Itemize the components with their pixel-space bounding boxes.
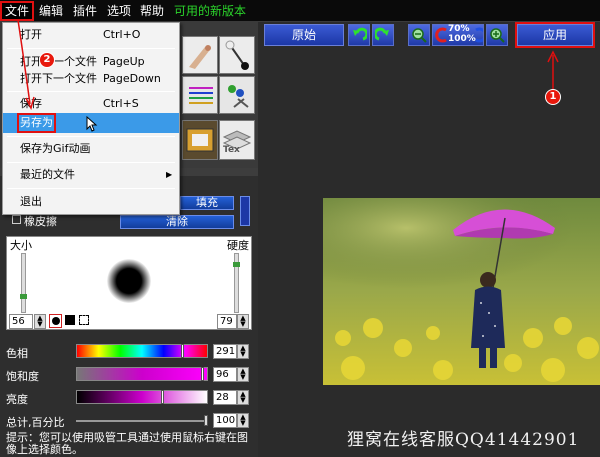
hardness-slider[interactable] xyxy=(233,253,240,313)
undo-icon[interactable] xyxy=(348,24,370,46)
opacity-slider[interactable] xyxy=(76,415,208,426)
menu-item-open[interactable]: 打开 Ctrl+O xyxy=(3,25,179,45)
zoom-reset-icon[interactable]: 70% 100% xyxy=(432,24,484,46)
menu-item-recent-files[interactable]: 最近的文件 ▶ xyxy=(3,165,179,185)
saturation-value[interactable]: 96 xyxy=(213,367,237,382)
menu-item-save[interactable]: 保存 Ctrl+S xyxy=(3,94,179,114)
file-menu: 打开 Ctrl+O 打开上一个文件 PageUp 打开下一个文件 PageDow… xyxy=(2,22,180,215)
zoom-out-icon[interactable] xyxy=(408,24,430,46)
hue-value[interactable]: 291 xyxy=(213,344,237,359)
color-lines-tile[interactable] xyxy=(182,76,218,114)
menu-item-save-as[interactable]: 另存为 xyxy=(3,113,179,133)
clone-tool-tile[interactable] xyxy=(219,76,255,114)
brightness-spinner[interactable]: ▲ ▼ xyxy=(237,390,249,405)
pin-tool-tile[interactable] xyxy=(219,36,255,74)
size-spinner[interactable]: ▲ ▼ xyxy=(34,314,46,329)
menu-item-label: 保存为Gif动画 xyxy=(20,142,91,155)
round-brush-icon[interactable] xyxy=(49,314,62,328)
annotation-badge-1: 1 xyxy=(545,89,561,105)
menu-item-label: 退出 xyxy=(20,195,42,208)
apply-button[interactable]: 应用 xyxy=(515,22,595,48)
menu-item-label: 另存为 xyxy=(17,113,56,133)
hint-text: 提示：您可以使用吸管工具通过使用鼠标右键在图像上选择颜色。 xyxy=(6,431,248,456)
menu-file[interactable]: 文件 xyxy=(0,1,35,21)
opacity-label: 总计,百分比 xyxy=(6,416,65,429)
menu-item-save-gif[interactable]: 保存为Gif动画 xyxy=(3,139,179,159)
tex-icon: Tex xyxy=(223,145,240,155)
eraser-checkbox[interactable] xyxy=(12,215,21,224)
menu-new-version[interactable]: 可用的新版本 xyxy=(171,3,249,19)
hue-slider-thumb[interactable] xyxy=(181,344,184,358)
zoom-in-icon[interactable] xyxy=(486,24,508,46)
opacity-value[interactable]: 100 xyxy=(213,413,237,428)
original-button[interactable]: 原始 xyxy=(264,24,344,46)
menu-separator xyxy=(7,162,175,163)
menu-plugins[interactable]: 插件 xyxy=(70,3,100,19)
menu-help[interactable]: 帮助 xyxy=(137,3,167,19)
annotation-badge-2: 2 xyxy=(39,52,55,68)
brightness-slider[interactable] xyxy=(76,390,208,404)
menu-item-shortcut: Ctrl+O xyxy=(103,28,141,41)
size-value[interactable]: 56 xyxy=(9,314,33,329)
frame-tool-tile[interactable] xyxy=(182,120,218,160)
square-brush-icon[interactable] xyxy=(65,315,75,325)
brush-preview-box: 大小 硬度 56 ▲ ▼ 79 ▲ ▼ xyxy=(6,236,252,330)
hardness-spinner[interactable]: ▲ ▼ xyxy=(237,314,249,329)
size-slider[interactable] xyxy=(20,253,27,313)
size-slider-thumb[interactable] xyxy=(20,294,27,299)
hue-spinner[interactable]: ▲ ▼ xyxy=(237,344,249,359)
menu-separator xyxy=(7,136,175,137)
fill-button[interactable]: 填充 xyxy=(180,196,234,210)
menu-separator xyxy=(7,48,175,49)
menu-item-label: 打开下一个文件 xyxy=(20,72,97,85)
hardness-slider-thumb[interactable] xyxy=(233,262,240,267)
menubar: 文件 编辑 插件 选项 帮助 可用的新版本 xyxy=(0,0,600,22)
menu-item-label: 打开 xyxy=(20,28,42,41)
brightness-label: 亮度 xyxy=(6,393,28,406)
hardness-value[interactable]: 79 xyxy=(217,314,237,329)
size-label: 大小 xyxy=(10,239,32,252)
menu-item-shortcut: PageDown xyxy=(103,72,161,85)
menu-options[interactable]: 选项 xyxy=(104,3,134,19)
top-toolbar: 原始 70% 100% 应用 xyxy=(258,22,600,50)
zoom-percent-bottom: 100% xyxy=(448,34,476,44)
menu-item-label: 最近的文件 xyxy=(20,168,75,181)
menu-item-shortcut: Ctrl+S xyxy=(103,97,139,110)
clear-button[interactable]: 清除 xyxy=(120,215,234,229)
redo-icon[interactable] xyxy=(372,24,394,46)
brush-tool-tile[interactable] xyxy=(182,36,218,74)
opacity-spinner[interactable]: ▲ ▼ xyxy=(237,413,249,428)
menu-item-open-next[interactable]: 打开下一个文件 PageDown xyxy=(3,69,179,89)
menu-item-label: 保存 xyxy=(20,97,42,110)
menu-separator xyxy=(7,188,175,189)
brush-preview xyxy=(107,259,151,303)
eraser-label: 橡皮擦 xyxy=(24,215,57,228)
hue-label: 色相 xyxy=(6,347,28,360)
saturation-slider[interactable] xyxy=(76,367,208,381)
brightness-value[interactable]: 28 xyxy=(213,390,237,405)
panel-scroll-handle[interactable] xyxy=(240,196,250,226)
brightness-slider-thumb[interactable] xyxy=(161,390,164,404)
menu-separator xyxy=(7,91,175,92)
hue-slider[interactable] xyxy=(76,344,208,358)
saturation-slider-thumb[interactable] xyxy=(201,367,204,381)
selection-brush-icon[interactable] xyxy=(79,315,89,325)
menu-edit[interactable]: 编辑 xyxy=(36,3,66,19)
saturation-spinner[interactable]: ▲ ▼ xyxy=(237,367,249,382)
opacity-slider-thumb[interactable] xyxy=(204,415,208,426)
texture-tool-tile[interactable]: Tex xyxy=(219,120,255,160)
photo-preview[interactable] xyxy=(323,198,600,385)
saturation-label: 饱和度 xyxy=(6,370,39,383)
zoom-percent-top: 70% xyxy=(448,24,470,34)
watermark-text: 狸窝在线客服QQ41442901 xyxy=(347,430,580,450)
menu-item-exit[interactable]: 退出 xyxy=(3,192,179,212)
hardness-label: 硬度 xyxy=(227,239,249,252)
submenu-arrow-icon: ▶ xyxy=(166,170,173,179)
